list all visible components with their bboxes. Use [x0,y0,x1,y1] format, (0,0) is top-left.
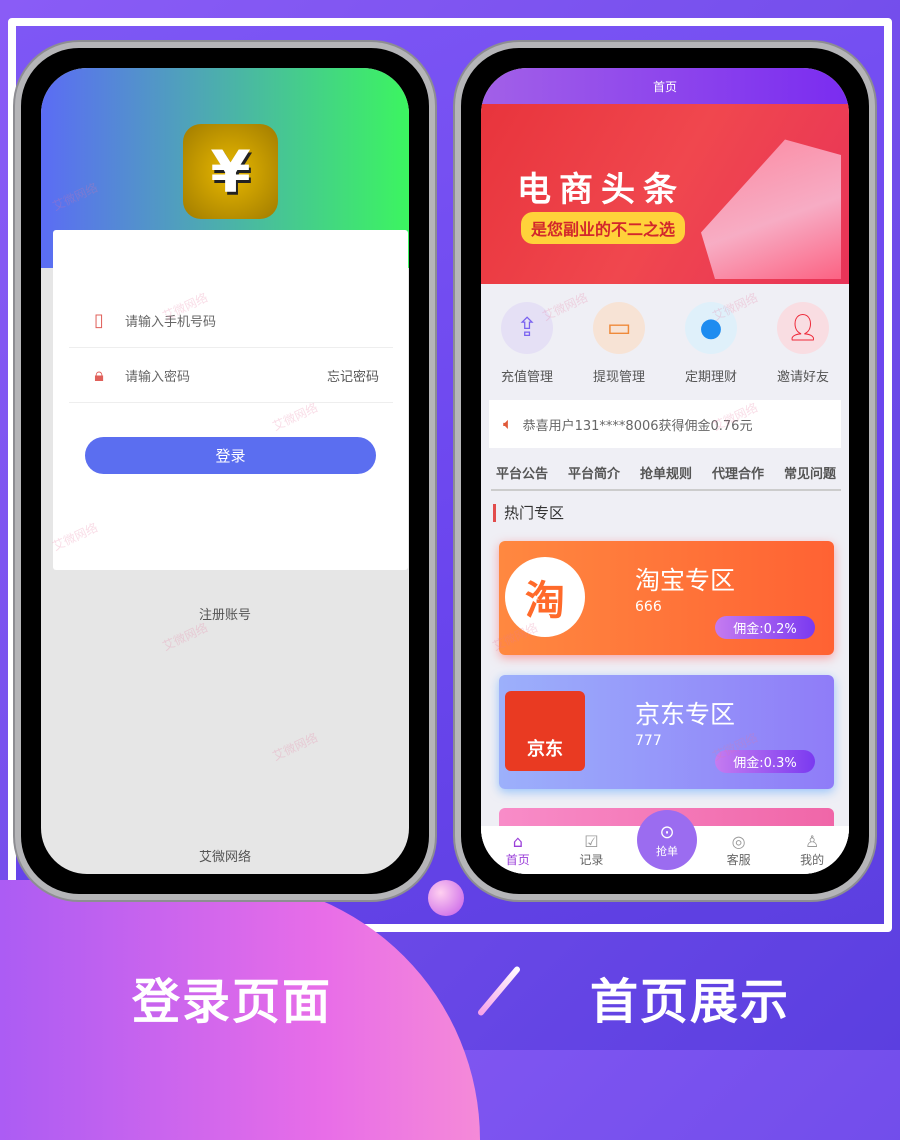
shortcut-label: 提现管理 [592,370,645,385]
banner-carousel[interactable]: 电商头条 是您副业的不二之选 [481,104,849,307]
phone-field[interactable]: ▯ 请输入手机号码 [69,294,393,348]
shortcut-invite[interactable]: 👤︎ 邀请好友 [763,302,843,385]
phone-input[interactable]: 请输入手机号码 [125,311,216,330]
users-icon: 👤︎ [777,302,829,354]
home-phone-mockup: 首页 电商头条 是您副业的不二之选 ⇪ 充值管理 ▭ 提现管理 ● 定期理财 👤︎ 邀请… [455,42,875,900]
speaker-icon: 🔈︎ [503,414,513,433]
info-tabs: 平台公告 平台简介 抢单规则 代理合作 常见问题 [491,463,841,491]
notice-bar: 🔈︎ 恭喜用户131****8006获得佣金0.76元 [489,400,841,448]
tab-agency[interactable]: 代理合作 [712,463,764,489]
footer-brand: 艾微网络 [198,850,251,865]
watermark: 艾微网络 [270,730,320,764]
caption-home: 首页展示 [590,974,791,1030]
commission-badge: 佣金:0.2% [715,616,815,639]
tab-records[interactable]: ☑ 记录 [561,832,621,868]
user-icon: ♙ [805,832,820,851]
shortcut-label: 充值管理 [500,370,553,385]
grab-order-button[interactable]: ⊙ 抢单 [637,810,697,870]
tab-announcement[interactable]: 平台公告 [496,463,548,489]
login-card: ▯ 请输入手机号码 🔒︎ 请输入密码 忘记密码 登录 [53,230,408,570]
tab-faq[interactable]: 常见问题 [784,463,836,489]
home-header: 首页 [481,68,849,104]
headset-icon: ◎ [731,832,746,851]
shortcut-menu: ⇪ 充值管理 ▭ 提现管理 ● 定期理财 👤︎ 邀请好友 [481,302,849,385]
section-title: 热门专区 [493,504,564,522]
jd-logo: 京东 [505,691,585,771]
login-phone-mockup: ¥ ▯ 请输入手机号码 🔒︎ 请输入密码 忘记密码 登录 注册账号 艾微网络 艾… [15,42,435,900]
forgot-password-link[interactable]: 忘记密码 [327,366,379,385]
upload-card-icon: ⇪ [501,302,553,354]
notice-text: 恭喜用户131****8006获得佣金0.76元 [522,418,753,434]
logo-glyph: ¥ [210,137,251,206]
shortcut-withdraw[interactable]: ▭ 提现管理 [579,302,659,385]
planet-icon [428,880,464,916]
zone-name: 京东专区 [635,700,736,729]
shortcut-finance[interactable]: ● 定期理财 [671,302,751,385]
piggy-bank-icon: ● [685,302,737,354]
home-icon: ⌂ [512,832,523,851]
shortcut-label: 邀请好友 [776,370,829,385]
zone-count: 777 [635,733,662,749]
tab-mine[interactable]: ♙ 我的 [782,832,842,868]
password-input[interactable]: 请输入密码 [125,366,190,385]
register-link[interactable]: 注册账号 [41,604,409,623]
banner-illustration [701,139,841,279]
shortcut-label: 定期理财 [684,370,737,385]
tab-home[interactable]: ⌂ 首页 [488,832,548,868]
tab-service[interactable]: ◎ 客服 [709,832,769,868]
commission-badge: 佣金:0.3% [715,750,815,773]
banner-subtitle: 是您副业的不二之选 [521,212,686,244]
taobao-logo: 淘 [505,557,585,637]
zone-card-taobao[interactable]: 淘 淘宝专区 666 佣金:0.2% [499,541,834,655]
shortcut-recharge[interactable]: ⇪ 充值管理 [487,302,567,385]
grab-icon: ⊙ [659,821,675,843]
tab-rules[interactable]: 抢单规则 [640,463,692,489]
login-screen: ¥ ▯ 请输入手机号码 🔒︎ 请输入密码 忘记密码 登录 注册账号 艾微网络 艾… [41,68,409,874]
clipboard-icon: ☑ [584,832,599,851]
divider-slash [476,965,522,1017]
app-logo: ¥ [183,124,278,219]
zone-card-jd[interactable]: 京东 京东专区 777 佣金:0.3% [499,675,834,789]
tab-intro[interactable]: 平台简介 [568,463,620,489]
password-field[interactable]: 🔒︎ 请输入密码 忘记密码 [69,349,393,403]
phone-icon: ▯ [94,310,104,331]
home-screen: 首页 电商头条 是您副业的不二之选 ⇪ 充值管理 ▭ 提现管理 ● 定期理财 👤︎ 邀请… [481,68,849,874]
zone-name: 淘宝专区 [635,566,736,595]
login-button[interactable]: 登录 [85,437,376,474]
zone-count: 666 [635,599,662,615]
caption-login: 登录页面 [132,974,333,1030]
page-title: 首页 [652,79,677,94]
card-icon: ▭ [593,302,645,354]
watermark: 艾微网络 [160,620,210,654]
lock-icon: 🔒︎ [94,365,104,386]
banner-title: 电商头条 [517,170,685,210]
